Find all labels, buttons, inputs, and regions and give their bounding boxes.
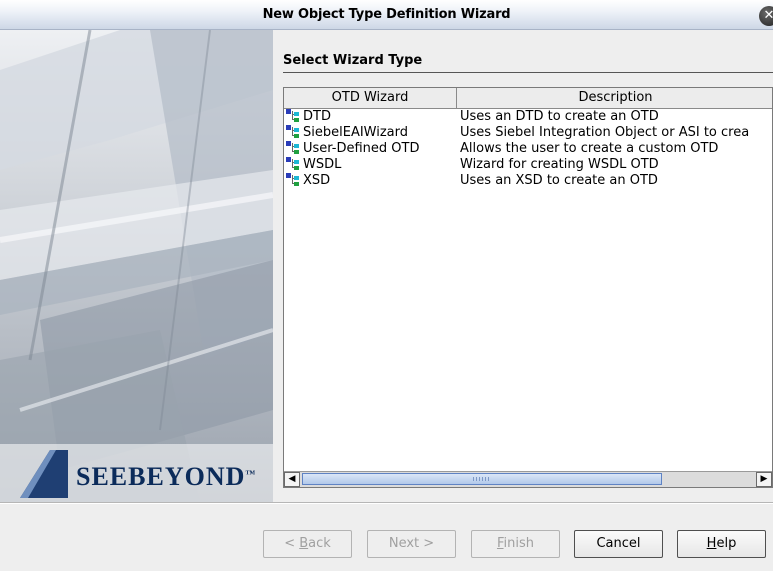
side-banner-image	[0, 30, 273, 502]
otd-tree-icon	[286, 125, 301, 138]
table-header: OTD Wizard Description	[284, 88, 772, 109]
wizard-name: DTD	[303, 109, 331, 124]
otd-tree-icon	[286, 157, 301, 170]
column-header-otd-wizard[interactable]: OTD Wizard	[284, 88, 457, 108]
trademark-mark: ™	[245, 469, 257, 480]
button-bar-divider	[0, 502, 773, 504]
back-label-rest: ack	[308, 536, 331, 551]
help-label-rest: elp	[716, 536, 737, 551]
grip-icon	[473, 477, 491, 481]
table-body: DTD Uses an DTD to create an OTD SiebelE…	[284, 109, 772, 189]
table-row[interactable]: WSDL Wizard for creating WSDL OTD	[284, 157, 772, 173]
finish-button[interactable]: Finish	[471, 530, 560, 558]
wizard-name-cell: SiebelEAIWizard	[286, 125, 457, 141]
brand-name: SEEBEYOND	[76, 462, 246, 491]
scroll-left-icon[interactable]: ◀	[284, 472, 300, 487]
seebeyond-logo-icon	[20, 450, 68, 498]
column-header-description[interactable]: Description	[457, 88, 772, 108]
back-button[interactable]: < Back	[263, 530, 352, 558]
title-bar: New Object Type Definition Wizard ✕	[0, 0, 773, 30]
back-label-prefix: <	[284, 536, 300, 551]
next-button[interactable]: Next >	[367, 530, 456, 558]
help-button[interactable]: Help	[677, 530, 766, 558]
architecture-photo	[0, 30, 273, 502]
table-row[interactable]: DTD Uses an DTD to create an OTD	[284, 109, 772, 125]
otd-tree-icon	[286, 173, 301, 186]
wizard-name: User-Defined OTD	[303, 141, 420, 156]
wizard-name-cell: User-Defined OTD	[286, 141, 457, 157]
window-title: New Object Type Definition Wizard	[262, 7, 511, 22]
table-row[interactable]: User-Defined OTD Allows the user to crea…	[284, 141, 772, 157]
brand-logo-text: SEEBEYOND™	[76, 462, 256, 492]
table-row[interactable]: SiebelEAIWizard Uses Siebel Integration …	[284, 125, 772, 141]
close-icon[interactable]: ✕	[759, 6, 773, 26]
wizard-name-cell: XSD	[286, 173, 457, 189]
scroll-right-icon[interactable]: ▶	[756, 472, 772, 487]
wizard-description: Uses Siebel Integration Object or ASI to…	[460, 125, 750, 140]
cancel-button[interactable]: Cancel	[574, 530, 663, 558]
table-row[interactable]: XSD Uses an XSD to create an OTD	[284, 173, 772, 189]
wizard-name: SiebelEAIWizard	[303, 125, 409, 140]
wizard-description: Allows the user to create a custom OTD	[460, 141, 719, 156]
horizontal-scrollbar[interactable]: ◀ ▶	[284, 471, 772, 487]
help-mnemonic: H	[706, 536, 717, 551]
back-mnemonic: B	[299, 536, 309, 551]
wizard-description: Uses an XSD to create an OTD	[460, 173, 658, 188]
otd-tree-icon	[286, 109, 301, 122]
wizard-name-cell: WSDL	[286, 157, 457, 173]
wizard-name: WSDL	[303, 157, 342, 172]
wizard-name: XSD	[303, 173, 331, 188]
wizard-body: SEEBEYOND™ Select Wizard Type OTD Wizard…	[0, 30, 773, 571]
otd-tree-icon	[286, 141, 301, 154]
wizard-description: Uses an DTD to create an OTD	[460, 109, 659, 124]
section-title: Select Wizard Type	[283, 53, 423, 68]
wizard-name-cell: DTD	[286, 109, 457, 125]
section-divider	[283, 72, 773, 73]
wizard-description: Wizard for creating WSDL OTD	[460, 157, 659, 172]
scrollbar-thumb[interactable]	[302, 473, 662, 485]
finish-label-rest: inish	[503, 536, 535, 551]
wizard-type-table: OTD Wizard Description DTD Uses an DTD t…	[283, 87, 773, 488]
